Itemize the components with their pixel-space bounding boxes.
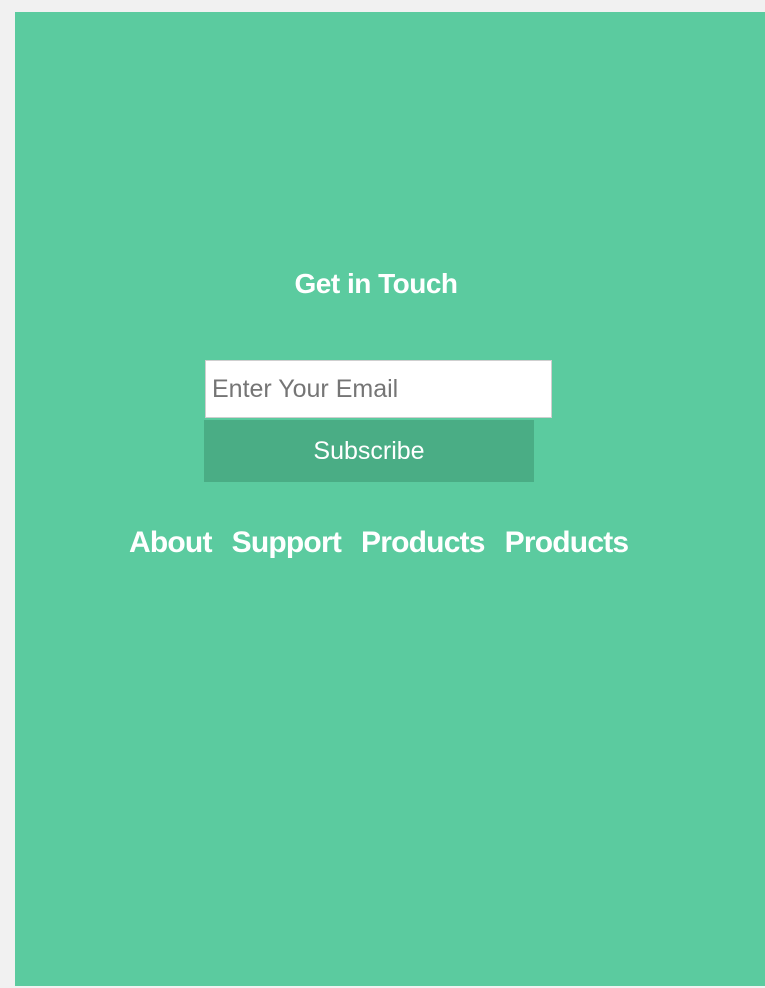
subscribe-button[interactable]: Subscribe <box>204 420 534 482</box>
nav-link-about[interactable]: About <box>129 526 212 560</box>
contact-section: Get in Touch Subscribe About Support Pro… <box>15 12 765 986</box>
email-input[interactable] <box>205 360 552 418</box>
section-title: Get in Touch <box>294 268 458 299</box>
nav-link-products-2[interactable]: Products <box>505 526 629 560</box>
nav-link-support[interactable]: Support <box>232 526 342 560</box>
footer-nav: About Support Products Products <box>129 526 629 560</box>
nav-link-products[interactable]: Products <box>361 526 485 560</box>
